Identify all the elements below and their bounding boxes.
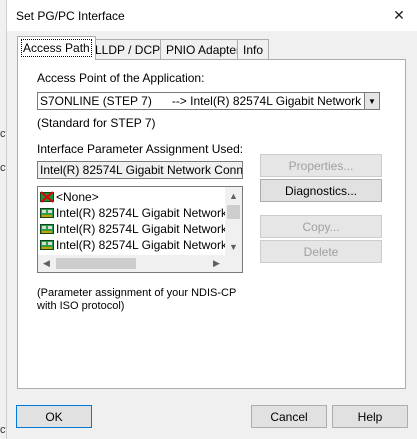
list-item-label: <None> — [56, 190, 99, 204]
set-pgpc-interface-dialog: Set PG/PC Interface ✕ Access Path LLDP /… — [6, 0, 417, 439]
diagnostics-button[interactable]: Diagnostics... — [260, 179, 382, 202]
list-item[interactable]: Intel(R) 82574L Gigabit Network Co — [40, 221, 226, 237]
tab-lldp-dcp[interactable]: LLDP / DCP — [89, 39, 167, 59]
network-card-icon — [40, 240, 54, 250]
interface-assignment-value: Intel(R) 82574L Gigabit Network Connecti… — [40, 163, 243, 177]
protocol-note: (Parameter assignment of your NDIS-CP wi… — [37, 287, 236, 313]
list-horizontal-scrollbar[interactable]: ◀ ▶ — [38, 255, 225, 272]
network-card-icon — [40, 224, 54, 234]
tab-access-path[interactable]: Access Path — [17, 36, 96, 60]
list-item[interactable]: Intel(R) 82574L Gigabit Network Co — [40, 237, 226, 253]
tab-pnio-adapter[interactable]: PNIO Adapter — [160, 39, 247, 59]
properties-button[interactable]: Properties... — [260, 154, 382, 177]
list-item-label: Intel(R) 82574L Gigabit Network Co — [56, 222, 226, 236]
title-bar: Set PG/PC Interface ✕ — [7, 0, 417, 31]
chevron-down-icon[interactable]: ▼ — [364, 93, 379, 109]
access-point-dropdown[interactable]: S7ONLINE (STEP 7) --> Intel(R) 82574L Gi… — [37, 92, 380, 110]
interface-assignment-label: Interface Parameter Assignment Used: — [37, 142, 244, 156]
tab-label: LLDP / DCP — [95, 43, 161, 57]
close-icon: ✕ — [393, 7, 405, 23]
copy-button[interactable]: Copy... — [260, 215, 382, 238]
window-title: Set PG/PC Interface — [16, 9, 125, 23]
access-point-label: Access Point of the Application: — [37, 71, 205, 85]
protocol-note-line: with ISO protocol) — [37, 300, 125, 312]
tab-label: PNIO Adapter — [166, 43, 241, 57]
access-path-panel: Access Point of the Application: S7ONLIN… — [17, 59, 406, 389]
interface-list[interactable]: <None> Intel(R) 82574L Gigabit Network C… — [37, 186, 243, 273]
scroll-down-icon[interactable]: ▼ — [225, 238, 242, 255]
scrollbar-corner — [225, 255, 242, 272]
list-item[interactable]: Intel(R) 82574L Gigabit Network Co — [40, 205, 226, 221]
delete-button[interactable]: Delete — [260, 240, 382, 263]
list-item-label: Intel(R) 82574L Gigabit Network Co — [56, 206, 226, 220]
list-vertical-scrollbar[interactable]: ▲ ▼ — [225, 187, 242, 255]
cancel-button[interactable]: Cancel — [251, 405, 327, 428]
scroll-left-icon[interactable]: ◀ — [38, 255, 55, 272]
interface-assignment-field: Intel(R) 82574L Gigabit Network Connecti… — [37, 161, 243, 179]
help-button[interactable]: Help — [332, 405, 408, 428]
scroll-right-icon[interactable]: ▶ — [208, 255, 225, 272]
access-point-hint: (Standard for STEP 7) — [37, 116, 156, 130]
scroll-thumb[interactable] — [227, 205, 240, 219]
network-card-icon — [40, 208, 54, 218]
tab-label: Access Path — [21, 39, 92, 57]
access-point-value: S7ONLINE (STEP 7) --> Intel(R) 82574L Gi… — [40, 94, 365, 108]
close-button[interactable]: ✕ — [381, 0, 417, 31]
tab-info[interactable]: Info — [237, 39, 270, 59]
none-adapter-icon — [40, 191, 54, 203]
list-item[interactable]: <None> — [40, 189, 226, 205]
tab-label: Info — [243, 43, 264, 57]
protocol-note-line: (Parameter assignment of your NDIS-CP — [37, 287, 237, 299]
list-item-label: Intel(R) 82574L Gigabit Network Co — [56, 238, 226, 252]
ok-button[interactable]: OK — [16, 405, 92, 428]
scroll-up-icon[interactable]: ▲ — [225, 187, 242, 204]
scroll-thumb[interactable] — [56, 258, 136, 269]
